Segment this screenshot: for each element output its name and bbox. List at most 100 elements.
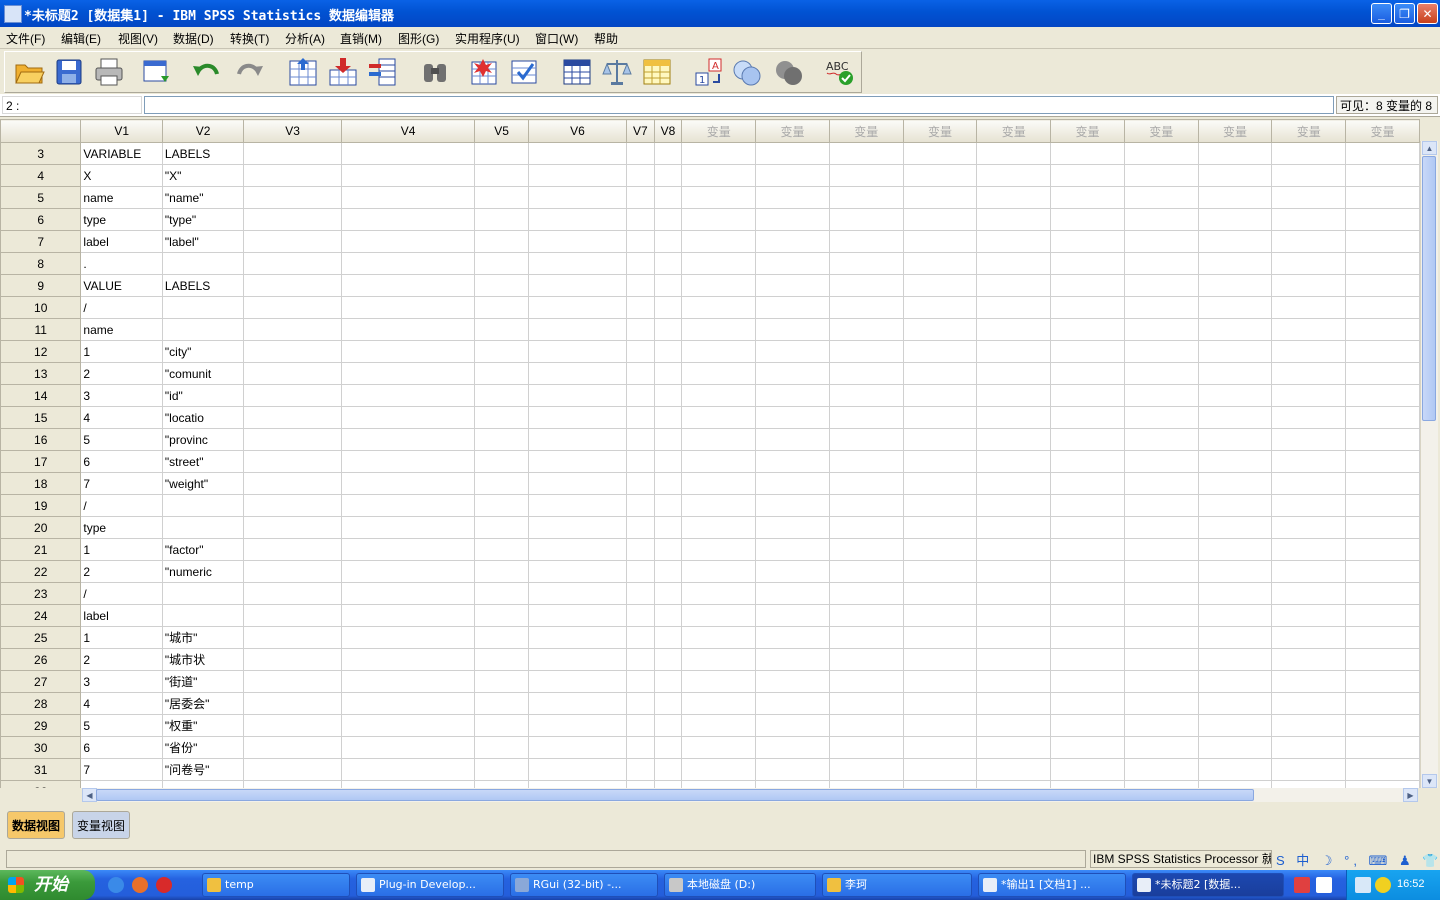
data-cell[interactable] [341,142,476,165]
row-header[interactable]: 19 [0,494,82,517]
data-cell[interactable]: label [80,604,163,627]
data-cell[interactable] [528,560,627,583]
data-cell[interactable] [902,318,978,341]
data-cell[interactable] [625,736,655,759]
data-cell[interactable] [976,384,1052,407]
data-cell[interactable] [1271,582,1347,605]
row-header[interactable]: 27 [0,670,82,693]
data-cell[interactable] [1050,384,1125,407]
data-cell[interactable] [528,516,627,539]
row-header[interactable]: 8 [0,252,82,275]
data-cell[interactable] [474,252,530,275]
data-cell[interactable] [341,538,476,561]
data-cell[interactable] [625,516,655,539]
data-cell[interactable]: 6 [80,450,163,473]
menu-help[interactable]: 帮助 [594,30,618,47]
data-cell[interactable] [1197,714,1273,737]
data-cell[interactable] [243,384,343,407]
data-cell[interactable] [1123,142,1199,165]
data-cell[interactable] [653,582,683,605]
data-cell[interactable] [1345,714,1420,737]
value-labels-icon[interactable]: A1 [693,56,725,88]
data-cell[interactable] [1271,472,1347,495]
data-cell[interactable] [1271,384,1347,407]
data-cell[interactable] [625,626,655,649]
task-plugin-develop[interactable]: Plug-in Develop... [356,873,504,897]
data-cell[interactable] [243,604,343,627]
vertical-scroll-thumb[interactable] [1422,156,1436,421]
data-cell[interactable] [681,582,757,605]
data-cell[interactable] [243,450,343,473]
data-cell[interactable] [341,296,476,319]
row-header[interactable]: 5 [0,186,82,209]
data-cell[interactable] [528,714,627,737]
data-cell[interactable] [976,318,1052,341]
data-cell[interactable] [528,472,627,495]
data-cell[interactable] [1197,670,1273,693]
data-cell[interactable] [1197,362,1273,385]
data-cell[interactable] [625,648,655,671]
data-cell[interactable]: 7 [80,472,163,495]
data-cell[interactable] [528,604,627,627]
weibo-icon[interactable] [156,877,172,893]
data-cell[interactable] [1271,230,1347,253]
data-cell[interactable] [828,340,904,363]
data-cell[interactable] [653,362,683,385]
data-cell[interactable] [341,516,476,539]
data-cell[interactable] [474,516,530,539]
data-cell[interactable] [902,560,978,583]
data-cell[interactable] [1123,450,1199,473]
data-cell[interactable] [1123,758,1199,781]
data-cell[interactable] [1345,648,1420,671]
data-cell[interactable] [653,604,683,627]
data-cell[interactable] [243,406,343,429]
redo-icon[interactable] [233,56,265,88]
data-cell[interactable] [528,450,627,473]
data-cell[interactable] [828,736,904,759]
data-cell[interactable] [243,472,343,495]
data-cell[interactable] [653,472,683,495]
data-cell[interactable] [341,230,476,253]
data-cell[interactable]: 4 [80,406,163,429]
data-cell[interactable] [755,384,830,407]
data-cell[interactable] [528,274,627,297]
data-cell[interactable] [528,428,627,451]
data-cell[interactable] [1345,406,1420,429]
data-cell[interactable] [474,142,530,165]
data-cell[interactable] [625,296,655,319]
data-cell[interactable] [1050,780,1125,788]
data-cell[interactable] [474,208,530,231]
data-cell[interactable] [828,230,904,253]
data-cell[interactable] [1123,494,1199,517]
row-header[interactable]: 20 [0,516,82,539]
data-cell[interactable] [243,538,343,561]
data-cell[interactable]: "weight" [161,472,245,495]
data-cell[interactable] [474,494,530,517]
data-cell[interactable] [1050,428,1125,451]
data-cell[interactable] [1345,560,1420,583]
data-cell[interactable] [755,230,830,253]
data-cell[interactable] [625,252,655,275]
data-cell[interactable] [681,560,757,583]
data-cell[interactable] [653,714,683,737]
data-cell[interactable] [341,626,476,649]
column-header[interactable]: 变量 [1271,119,1347,143]
data-cell[interactable] [681,164,757,187]
data-cell[interactable] [341,648,476,671]
column-header[interactable]: V7 [625,119,655,143]
data-cell[interactable] [625,406,655,429]
data-cell[interactable] [828,428,904,451]
data-cell[interactable] [1345,736,1420,759]
data-cell[interactable] [1271,450,1347,473]
data-cell[interactable] [528,538,627,561]
data-cell[interactable] [653,626,683,649]
data-cell[interactable] [902,186,978,209]
data-cell[interactable] [828,208,904,231]
data-cell[interactable] [653,538,683,561]
data-cell[interactable] [681,296,757,319]
menu-transform[interactable]: 转换(T) [230,30,269,47]
row-header[interactable]: 9 [0,274,82,297]
data-cell[interactable] [474,428,530,451]
data-cell[interactable] [474,230,530,253]
data-cell[interactable] [1271,648,1347,671]
